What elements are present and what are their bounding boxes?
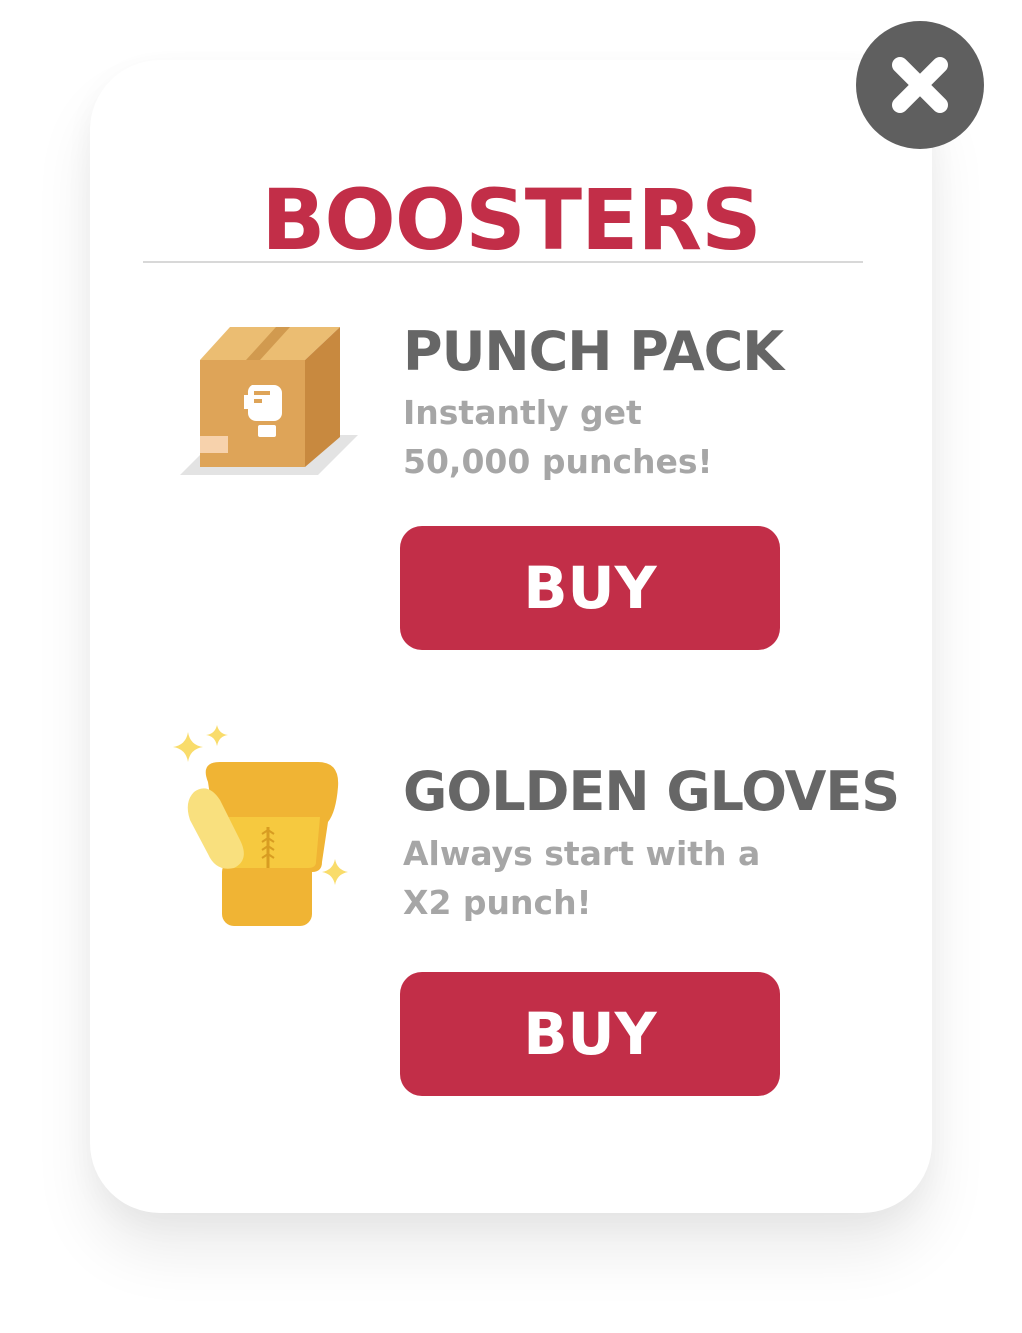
buy-punch-pack-button[interactable]: BUY bbox=[400, 526, 780, 650]
booster-description: Instantly get 50,000 punches! bbox=[403, 393, 713, 481]
booster-title: PUNCH PACK bbox=[403, 320, 784, 383]
buy-golden-gloves-button[interactable]: BUY bbox=[400, 972, 780, 1096]
box-icon bbox=[180, 325, 360, 475]
boosters-modal: BOOSTERS PUNCH PACK Instantly get 50,000… bbox=[90, 60, 932, 1213]
close-icon bbox=[892, 57, 948, 113]
golden-glove-icon bbox=[168, 722, 358, 932]
modal-title: BOOSTERS bbox=[261, 171, 761, 269]
divider bbox=[143, 261, 863, 263]
booster-title: GOLDEN GLOVES bbox=[403, 760, 900, 823]
booster-description: Always start with a X2 punch! bbox=[403, 834, 761, 922]
close-button[interactable] bbox=[856, 21, 984, 149]
